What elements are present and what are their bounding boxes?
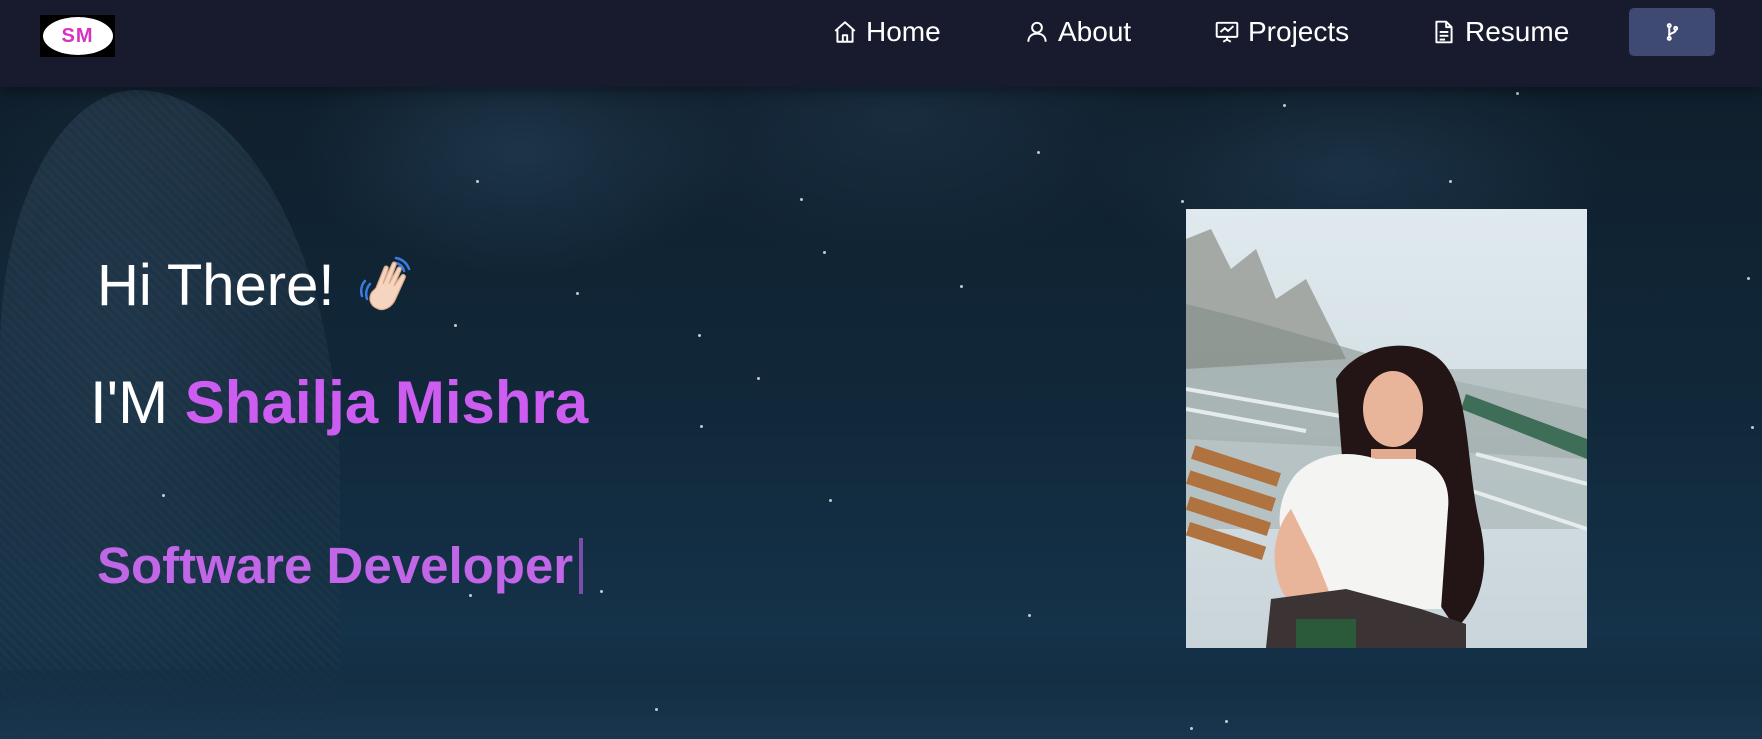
profile-photo-illustration <box>1186 209 1587 648</box>
star <box>1449 180 1452 183</box>
nav-item-projects[interactable]: Projects <box>1214 14 1349 50</box>
logo-mark: SM <box>42 17 113 55</box>
nav-item-label: Projects <box>1248 16 1350 47</box>
navbar: SM Home About Projects Resume <box>0 0 1762 87</box>
typewriter-cursor <box>579 537 584 594</box>
star <box>700 425 703 428</box>
typewriter-role: Software Developer <box>97 536 584 595</box>
greeting-heading: Hi There! <box>97 252 420 319</box>
nav-item-label: Home <box>866 16 941 47</box>
github-fork-button[interactable] <box>1629 8 1715 56</box>
star <box>655 708 658 711</box>
nav-item-home[interactable]: Home <box>832 14 941 50</box>
star <box>476 180 479 183</box>
star <box>1283 104 1286 107</box>
star <box>757 377 760 380</box>
star <box>1516 92 1519 95</box>
star <box>1028 614 1031 617</box>
nav-item-label: Resume <box>1465 16 1570 47</box>
star <box>454 324 457 327</box>
star <box>960 285 963 288</box>
horizon-band <box>0 670 1762 739</box>
star <box>576 292 579 295</box>
nav-item-resume[interactable]: Resume <box>1431 14 1569 50</box>
greeting-text: Hi There! <box>97 253 335 318</box>
star <box>1747 277 1750 280</box>
intro-heading: I'M Shailja Mishra <box>90 368 588 437</box>
star <box>698 334 701 337</box>
star <box>823 251 826 254</box>
nav-item-about[interactable]: About <box>1024 14 1131 50</box>
user-icon <box>1027 21 1047 42</box>
git-fork-icon <box>1666 23 1679 41</box>
profile-photo <box>1186 209 1587 648</box>
logo-text: SM <box>61 24 94 47</box>
star <box>1181 200 1184 203</box>
star <box>162 494 165 497</box>
name-text: Shailja Mishra <box>184 369 589 436</box>
document-icon <box>1435 20 1453 44</box>
logo[interactable]: SM <box>40 15 115 57</box>
star <box>1751 426 1754 429</box>
star <box>1037 151 1040 154</box>
star <box>600 590 603 593</box>
star <box>1190 727 1193 730</box>
home-icon <box>834 21 856 43</box>
waving-hand-icon <box>360 256 411 310</box>
nav-item-label: About <box>1058 16 1132 47</box>
role-text: Software Developer <box>97 537 574 594</box>
star <box>829 499 832 502</box>
intro-prefix: I'M <box>90 369 169 436</box>
star <box>800 198 803 201</box>
presentation-icon <box>1215 21 1239 43</box>
star <box>1225 720 1228 723</box>
